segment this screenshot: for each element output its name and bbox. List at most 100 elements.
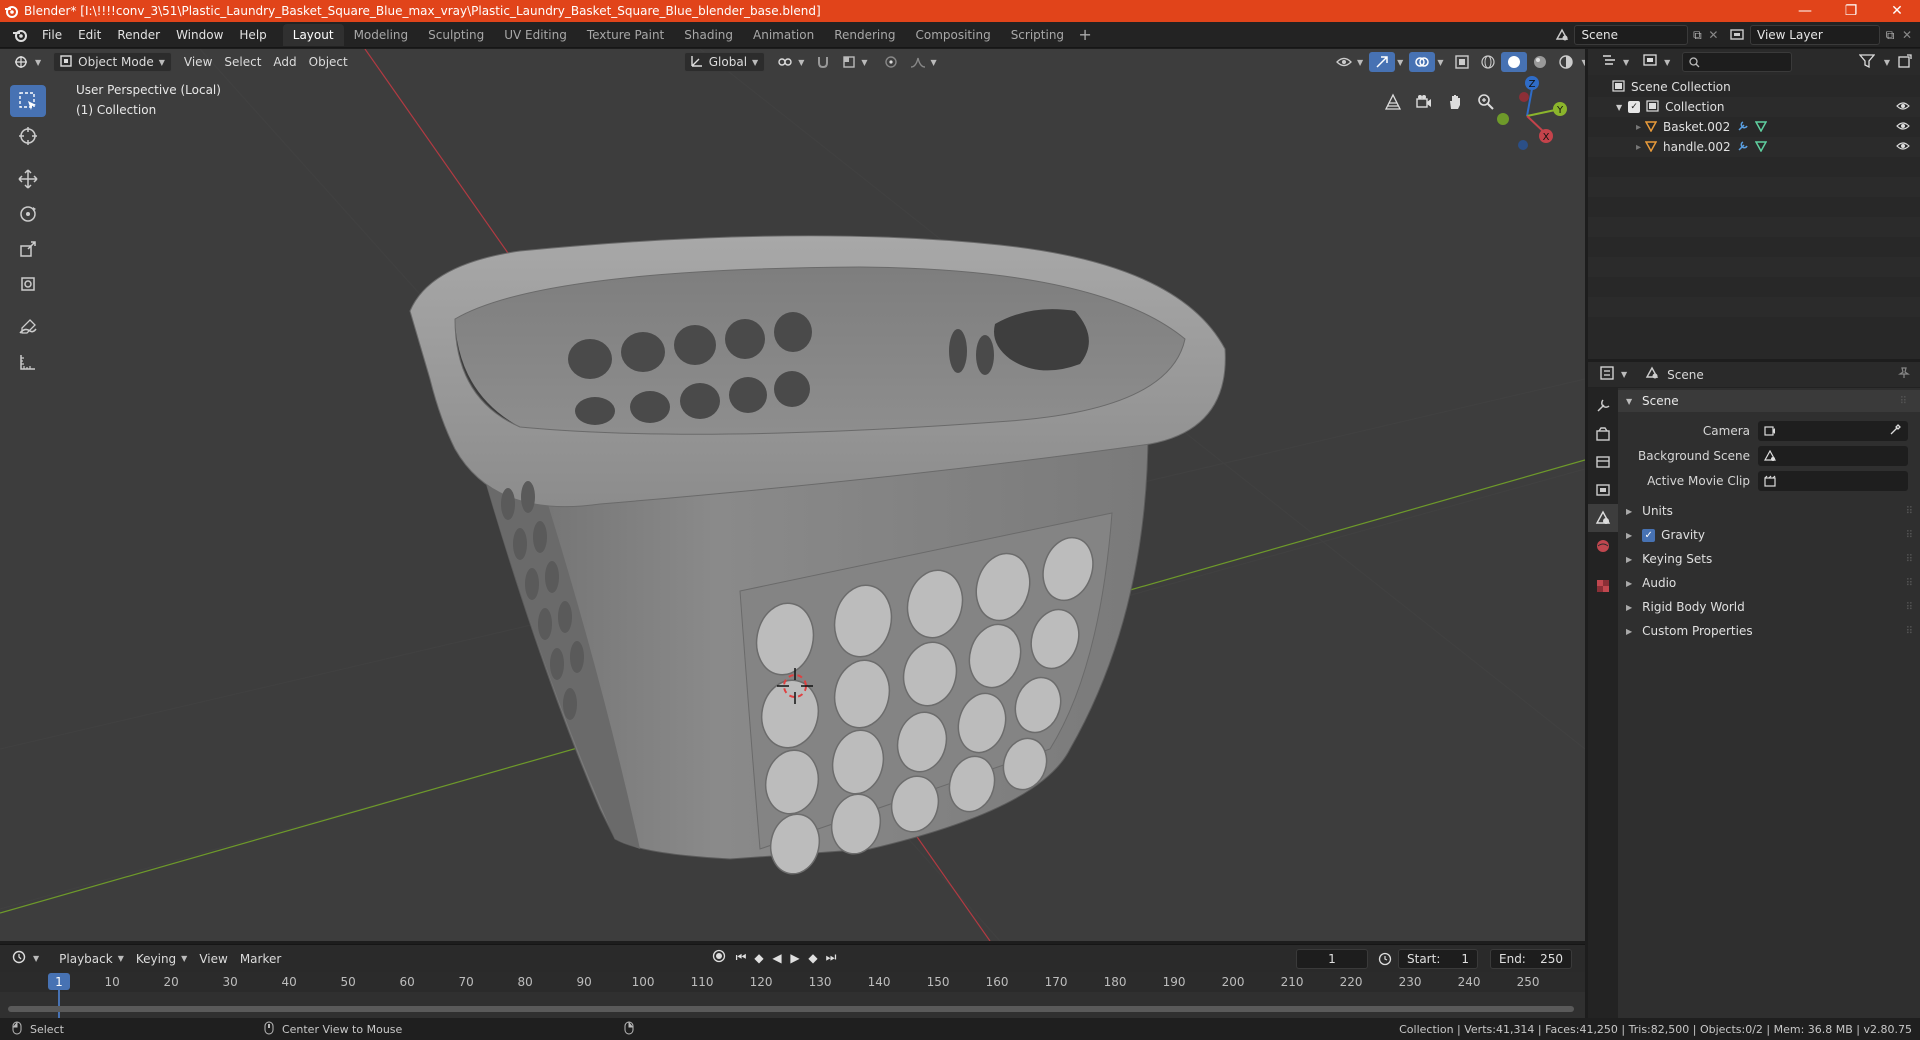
overlays-dropdown-icon[interactable]: ▼ [1437, 58, 1443, 67]
scale-tool-icon[interactable] [10, 233, 46, 265]
eyedropper-icon[interactable] [1890, 423, 1902, 438]
modifier-wrench-icon[interactable] [1737, 140, 1749, 155]
audio-panel[interactable]: ▶ Audio ⠿ [1618, 571, 1920, 595]
timeline-scrollbar[interactable] [8, 1006, 1574, 1012]
background-scene-field[interactable] [1758, 445, 1908, 466]
custom-properties-panel[interactable]: ▶ Custom Properties ⠿ [1618, 619, 1920, 643]
handle-visibility-eye-icon[interactable] [1896, 140, 1910, 155]
viewport-menu-view[interactable]: View [178, 52, 218, 72]
start-frame-field[interactable]: Start: 1 [1398, 949, 1478, 969]
filter-icon[interactable] [1858, 53, 1876, 71]
gravity-panel[interactable]: ▶ ✓ Gravity ⠿ [1618, 523, 1920, 547]
outliner-object-handle[interactable]: ▸ handle.002 [1588, 137, 1920, 157]
gizmo-dropdown-icon[interactable]: ▼ [1397, 58, 1403, 67]
editor-type-icon[interactable]: ▼ [8, 52, 47, 72]
frame-ruler[interactable]: 10 20 30 40 50 60 70 80 90 100 110 120 130 140 150 160 1… [0, 972, 1585, 992]
object-visibility-icon[interactable]: ▼ [1330, 52, 1369, 72]
gizmo-neg-z[interactable] [1518, 140, 1528, 150]
preview-range-clock-icon[interactable] [1378, 952, 1392, 969]
properties-editor-icon[interactable] [1600, 366, 1616, 383]
tab-animation[interactable]: Animation [743, 24, 824, 46]
snap-icon[interactable] [810, 52, 836, 72]
viewport-menu-select[interactable]: Select [218, 52, 267, 72]
timeline-editor-icon[interactable] [12, 950, 28, 967]
outliner-editor-dropdown[interactable]: ▼ [1623, 58, 1629, 67]
tab-scripting[interactable]: Scripting [1001, 24, 1074, 46]
annotate-tool-icon[interactable] [10, 311, 46, 343]
maximize-button[interactable]: ❐ [1828, 0, 1874, 22]
gizmo-toggle-icon[interactable] [1369, 52, 1396, 72]
timeline-editor-dropdown[interactable]: ▼ [33, 954, 39, 963]
timeline-menu-marker[interactable]: Marker [234, 949, 287, 969]
falloff-icon[interactable]: ▼ [904, 52, 943, 72]
move-tool-icon[interactable] [10, 163, 46, 195]
mesh-data-icon[interactable] [1754, 120, 1768, 135]
shading-dropdown-icon[interactable]: ▼ [1581, 58, 1585, 67]
collapse-triangle-icon[interactable]: ▼ [1616, 103, 1622, 112]
jump-keyframe-forward-icon[interactable]: ◆ [804, 951, 822, 965]
blender-menu-icon[interactable] [0, 22, 34, 48]
new-scene-icon[interactable]: ⧉ [1688, 28, 1707, 43]
jump-end-icon[interactable]: ⏭ [822, 950, 840, 965]
timeline-menu-keying[interactable]: Keying ▼ [130, 949, 193, 969]
outliner-editor-icon[interactable] [1602, 54, 1618, 71]
mesh-data-icon[interactable] [1754, 140, 1768, 155]
record-icon[interactable] [710, 949, 728, 966]
world-props-tab-icon[interactable] [1588, 532, 1618, 560]
timeline-menu-playback[interactable]: Playback ▼ [53, 949, 130, 969]
snap-target-icon[interactable]: ▼ [836, 52, 873, 72]
filter-dropdown[interactable]: ▼ [1884, 58, 1890, 67]
jump-start-icon[interactable]: ⏮ [732, 950, 750, 965]
viewport-menu-add[interactable]: Add [267, 52, 302, 72]
display-mode-dropdown[interactable]: ▼ [1664, 58, 1670, 67]
tab-sculpting[interactable]: Sculpting [418, 24, 494, 46]
outliner-scene-collection[interactable]: Scene Collection [1588, 77, 1920, 97]
pan-view-icon[interactable] [1442, 89, 1468, 115]
overlays-toggle-icon[interactable] [1409, 52, 1436, 72]
scene-icon[interactable] [1550, 28, 1574, 42]
rotate-tool-icon[interactable] [10, 198, 46, 230]
current-frame-marker[interactable]: 1 [48, 973, 70, 990]
add-workspace-button[interactable]: + [1074, 24, 1096, 46]
gravity-checkbox[interactable]: ✓ [1642, 528, 1656, 542]
texture-props-tab-icon[interactable] [1588, 572, 1618, 600]
menu-render[interactable]: Render [109, 22, 168, 48]
new-view-layer-icon[interactable]: ⧉ [1880, 28, 1900, 43]
scene-panel-header[interactable]: ▼ Scene ⠿ [1618, 390, 1920, 412]
cursor-tool-icon[interactable] [10, 120, 46, 152]
properties-editor-dropdown[interactable]: ▼ [1621, 370, 1627, 379]
collection-visibility-eye-icon[interactable] [1896, 100, 1910, 115]
scene-name-field[interactable]: Scene [1574, 25, 1689, 45]
keying-sets-panel[interactable]: ▶ Keying Sets ⠿ [1618, 547, 1920, 571]
gizmo-neg-x[interactable] [1519, 92, 1529, 102]
3d-viewport[interactable]: ▼ Object Mode ▼ View Select Add Object Gl… [0, 49, 1585, 941]
camera-view-icon[interactable] [1411, 89, 1437, 115]
delete-view-layer-icon[interactable]: ✕ [1900, 28, 1914, 42]
view-layer-icon[interactable] [1724, 28, 1750, 42]
gizmo-neg-y[interactable] [1497, 113, 1509, 125]
mode-dropdown[interactable]: Object Mode ▼ [53, 52, 172, 72]
end-frame-field[interactable]: End: 250 [1490, 949, 1572, 969]
transform-tool-icon[interactable] [10, 268, 46, 300]
play-icon[interactable]: ▶ [786, 951, 804, 965]
tab-compositing[interactable]: Compositing [905, 24, 1000, 46]
timeline-menu-view[interactable]: View [193, 949, 233, 969]
delete-scene-icon[interactable]: ✕ [1707, 28, 1720, 42]
select-box-tool-icon[interactable] [10, 85, 46, 117]
tab-modeling[interactable]: Modeling [344, 24, 419, 46]
collection-checkbox[interactable]: ✓ [1628, 101, 1641, 113]
timeline-area[interactable]: 10 20 30 40 50 60 70 80 90 100 110 120 130 140 150 160 1… [0, 972, 1585, 1018]
rigid-body-world-panel[interactable]: ▶ Rigid Body World ⠿ [1618, 595, 1920, 619]
output-props-tab-icon[interactable] [1588, 448, 1618, 476]
tab-layout[interactable]: Layout [282, 23, 344, 46]
proportional-edit-icon[interactable] [878, 52, 904, 72]
current-frame-field[interactable]: 1 [1296, 949, 1368, 969]
tab-uv-editing[interactable]: UV Editing [494, 24, 577, 46]
units-panel[interactable]: ▶ Units ⠿ [1618, 499, 1920, 523]
outliner-collection[interactable]: ▼ ✓ Collection [1588, 97, 1920, 117]
xray-toggle-icon[interactable] [1449, 52, 1475, 72]
menu-file[interactable]: File [34, 22, 70, 48]
pivot-icon[interactable]: ▼ [771, 52, 810, 72]
tool-props-tab-icon[interactable] [1588, 392, 1618, 420]
menu-edit[interactable]: Edit [70, 22, 109, 48]
